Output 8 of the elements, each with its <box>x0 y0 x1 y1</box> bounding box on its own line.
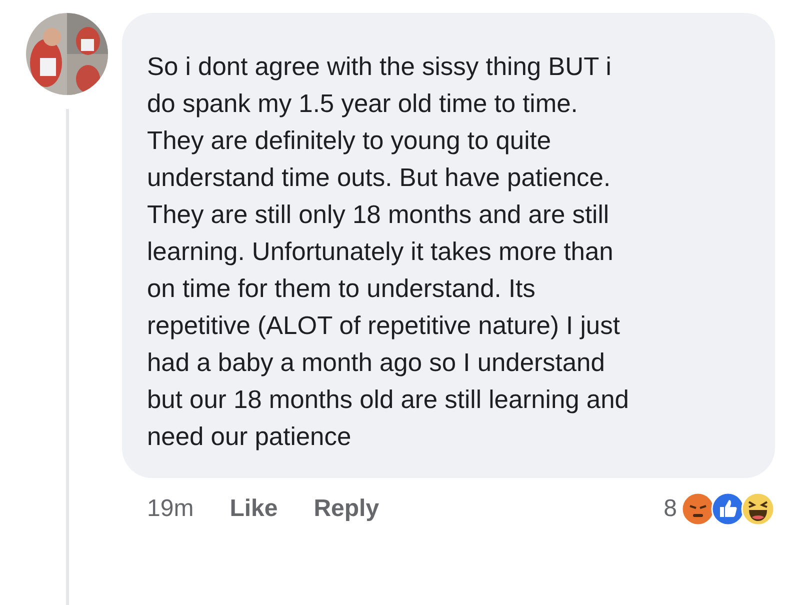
laughing-face-icon <box>741 492 775 526</box>
reaction-count: 8 <box>664 495 677 523</box>
angry-face-icon <box>681 492 715 526</box>
thumbs-up-icon <box>711 492 745 526</box>
timestamp: 19m <box>147 495 194 523</box>
like-link[interactable]: Like <box>230 495 278 523</box>
reply-link[interactable]: Reply <box>314 495 380 523</box>
comment-text: So i dont agree with the sissy thing BUT i do spank my 1.5 year old time to time. They are definitely to young to quite understand time outs. But have patience. They are still only 18 months and are still learning. Unfortunately it takes more than on time for them to understand. Its repetitive (ALOT of repetitive nature) I just had a baby a month ago so I understand but our 18 months old are still learning and need our patience <box>147 52 630 453</box>
